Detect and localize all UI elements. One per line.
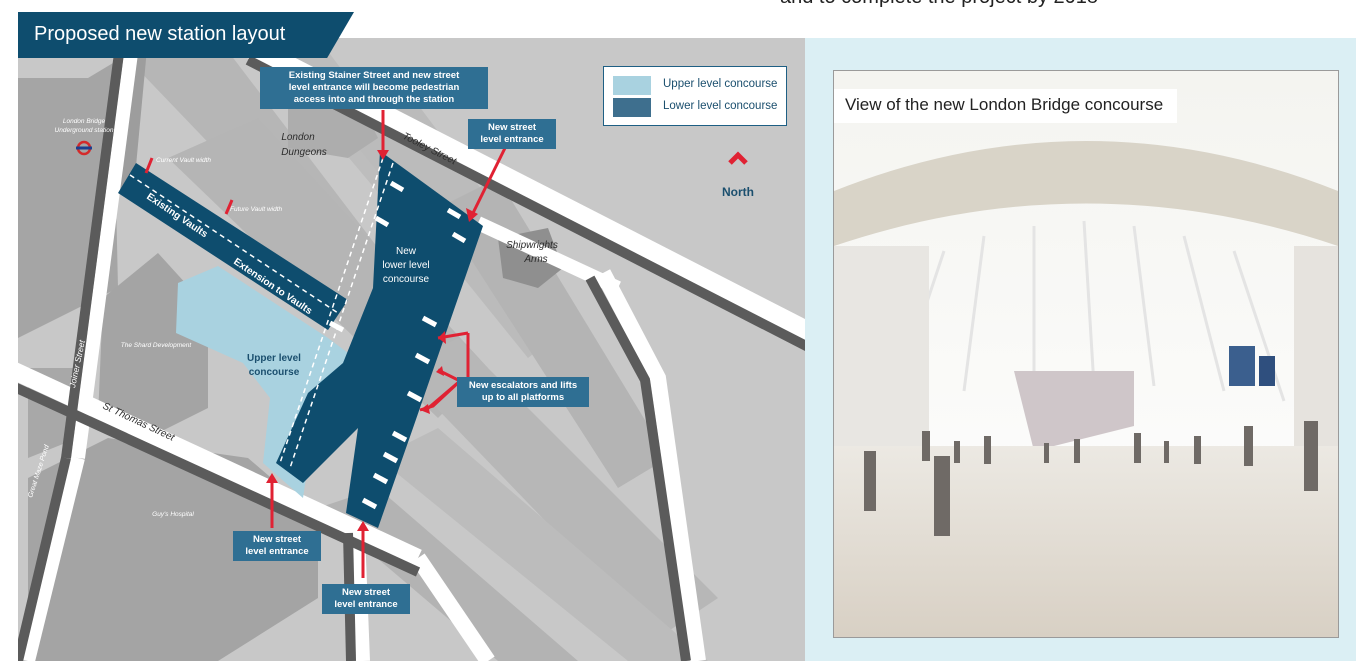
dungeons-label: London [281, 132, 315, 143]
station-map: London Bridge Underground station London… [18, 38, 806, 661]
callout-escalators: New escalators and lifts up to all platf… [457, 377, 589, 407]
callout-entrance-bottom: New street level entrance [322, 584, 410, 614]
underground-label-2: Underground station [55, 127, 114, 134]
legend-item-lower: Lower level concourse [613, 98, 783, 118]
lower-concourse-label-3: concourse [383, 274, 430, 285]
future-vault-width-label: Future Vault width [230, 206, 283, 213]
shipwrights-label-2: Arms [523, 254, 547, 265]
photo-caption: View of the new London Bridge concourse [834, 89, 1178, 123]
title-tab: Proposed new station layout [18, 12, 354, 58]
lower-concourse-label-2: lower level [382, 260, 429, 271]
dungeons-label-2: Dungeons [281, 147, 327, 158]
page-title: Proposed new station layout [34, 23, 286, 45]
underground-label: London Bridge [63, 118, 106, 125]
legend-swatch-upper [613, 76, 651, 95]
lower-concourse-label: New [396, 246, 417, 257]
callout-stainer-street: Existing Stainer Street and new street l… [260, 67, 488, 109]
north-label: North [722, 185, 754, 199]
concourse-photo [834, 71, 1338, 637]
hospital-label: Guy's Hospital [152, 511, 194, 518]
upper-concourse-label: Upper level [247, 353, 301, 364]
concourse-photo-frame: View of the new London Bridge concourse [833, 70, 1339, 638]
legend-item-upper: Upper level concourse [613, 76, 783, 96]
legend-label-lower: Lower level concourse [663, 100, 778, 112]
shard-label: The Shard Development [121, 342, 193, 349]
callout-entrance-tooley: New street level entrance [468, 119, 556, 149]
current-vault-width-label: Current Vault width [156, 157, 211, 164]
shipwrights-label: Shipwrights [506, 240, 558, 251]
legend-swatch-lower [613, 98, 651, 117]
callout-entrance-left: New street level entrance [233, 531, 321, 561]
legend-label-upper: Upper level concourse [663, 78, 778, 90]
top-caption: and to complete the project by 2018 [780, 0, 1098, 9]
upper-concourse-label-2: concourse [249, 367, 300, 378]
map-legend: Upper level concourse Lower level concou… [603, 66, 787, 126]
